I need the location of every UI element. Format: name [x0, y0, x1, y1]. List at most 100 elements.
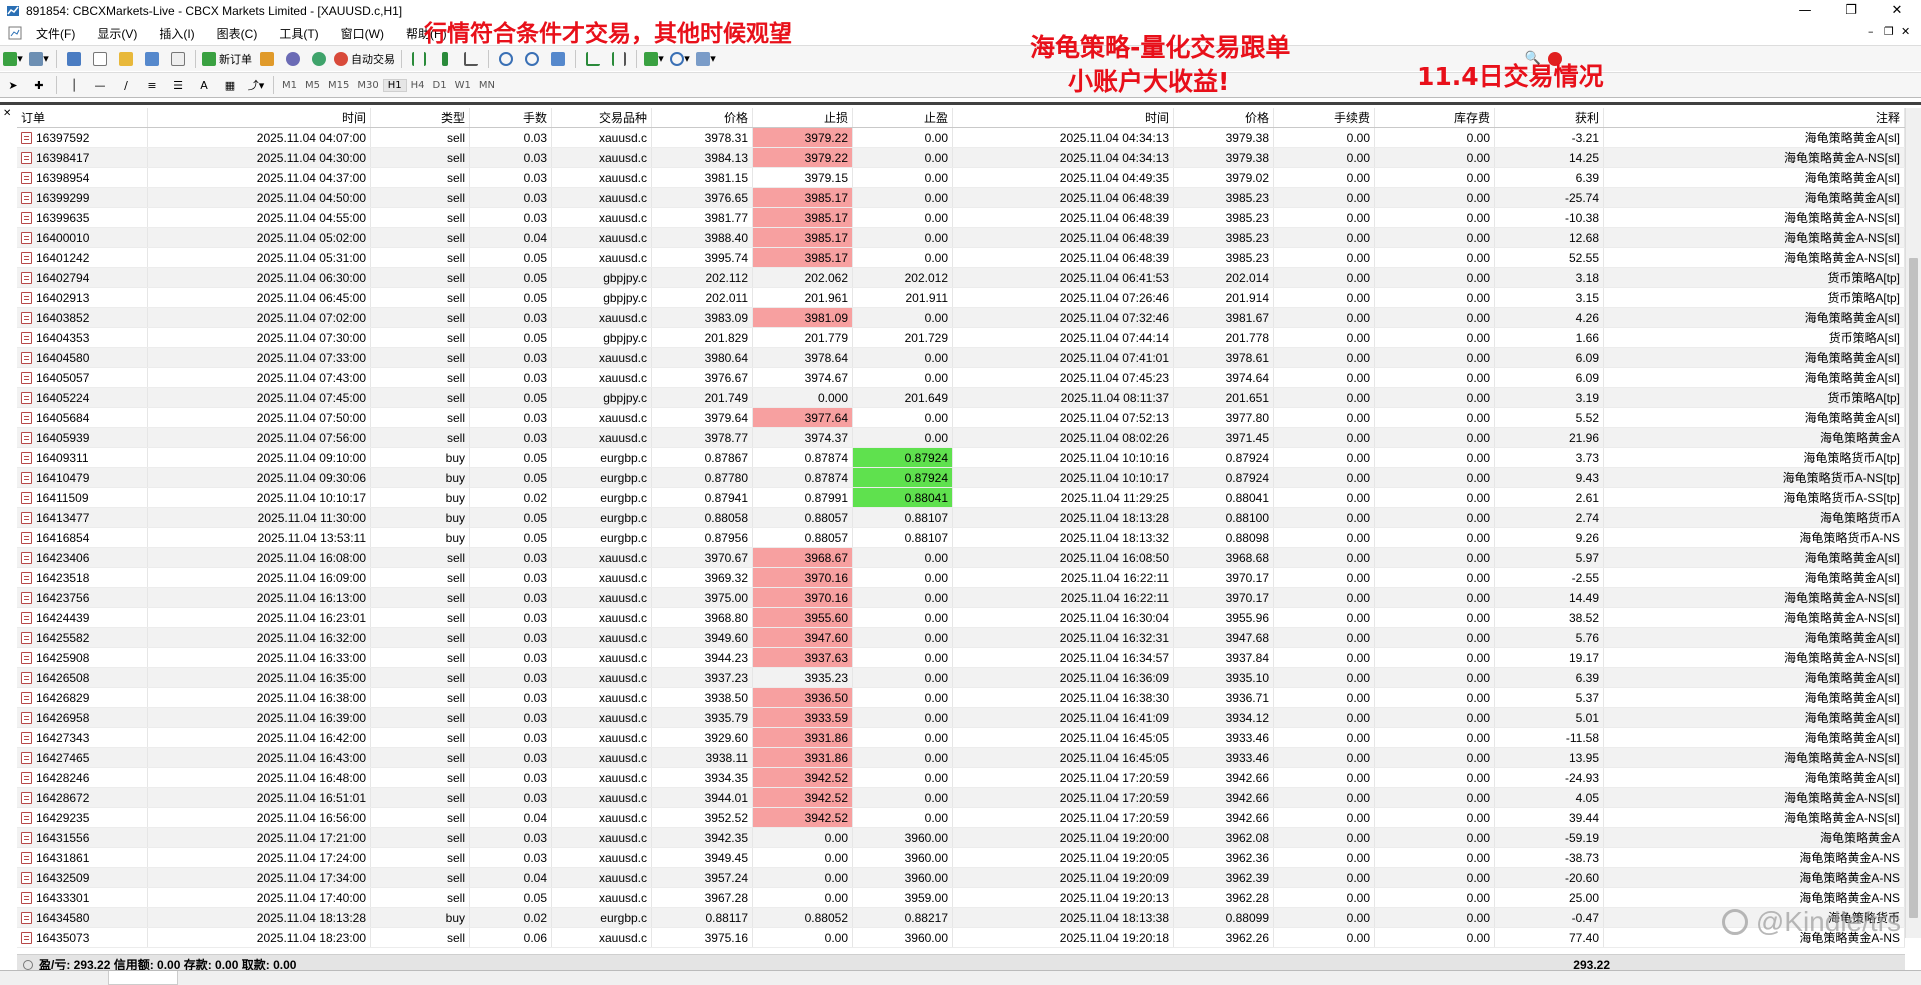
table-row[interactable]: 16399299 2025.11.04 04:50:00 sell 0.03 xauus…	[17, 188, 1905, 208]
timeframe-h1[interactable]: H1	[382, 78, 407, 92]
col-comment-header[interactable]: 注释	[1604, 108, 1905, 127]
table-row[interactable]: 16425908 2025.11.04 16:33:00 sell 0.03 xauus…	[17, 648, 1905, 668]
zoom-out-button[interactable]	[521, 49, 543, 69]
table-row[interactable]: 16427465 2025.11.04 16:43:00 sell 0.03 xauus…	[17, 748, 1905, 768]
line-chart-button[interactable]	[460, 49, 482, 69]
horizontal-line-button[interactable]: —	[89, 75, 111, 95]
table-row[interactable]: 16416854 2025.11.04 13:53:11 buy 0.05 eurgbp…	[17, 528, 1905, 548]
indicators-button[interactable]: ▾	[643, 49, 665, 69]
table-row[interactable]: 16428246 2025.11.04 16:48:00 sell 0.03 xauus…	[17, 768, 1905, 788]
close-icon[interactable]: ✕	[1874, 0, 1920, 22]
signals-button[interactable]	[282, 49, 304, 69]
col-profit-header[interactable]: 获利	[1495, 108, 1604, 127]
autoscroll-button[interactable]	[582, 49, 604, 69]
tile-windows-button[interactable]	[547, 49, 569, 69]
table-row[interactable]: 16426829 2025.11.04 16:38:00 sell 0.03 xauus…	[17, 688, 1905, 708]
table-row[interactable]: 16399635 2025.11.04 04:55:00 sell 0.03 xauus…	[17, 208, 1905, 228]
scrollbar-thumb[interactable]	[1909, 258, 1918, 918]
col-open-price-header[interactable]: 价格	[652, 108, 753, 127]
col-swap-header[interactable]: 库存费	[1375, 108, 1495, 127]
crosshair-button[interactable]: ✚	[28, 75, 50, 95]
vertical-scrollbar[interactable]	[1905, 108, 1921, 938]
new-order-button[interactable]: 新订单	[202, 49, 252, 69]
table-row[interactable]: 16404353 2025.11.04 07:30:00 sell 0.05 gbpjp…	[17, 328, 1905, 348]
menu-tools[interactable]: 工具(T)	[279, 25, 318, 42]
table-row[interactable]: 16402913 2025.11.04 06:45:00 sell 0.05 gbpjp…	[17, 288, 1905, 308]
menu-window[interactable]: 窗口(W)	[341, 25, 384, 42]
table-row[interactable]: 16401242 2025.11.04 05:31:00 sell 0.05 xauus…	[17, 248, 1905, 268]
col-sl-header[interactable]: 止损	[753, 108, 853, 127]
menu-charts[interactable]: 图表(C)	[217, 25, 258, 42]
col-tp-header[interactable]: 止盈	[853, 108, 953, 127]
timeframe-d1[interactable]: D1	[429, 80, 451, 91]
maximize-icon[interactable]: ❐	[1828, 0, 1874, 22]
table-row[interactable]: 16431556 2025.11.04 17:21:00 sell 0.03 xauus…	[17, 828, 1905, 848]
mdi-restore-icon[interactable]: ❐	[1884, 25, 1894, 38]
data-window-button[interactable]	[89, 49, 111, 69]
timeframe-h4[interactable]: H4	[407, 80, 429, 91]
table-row[interactable]: 16434580 2025.11.04 18:13:28 buy 0.02 eurgbp…	[17, 908, 1905, 928]
table-row[interactable]: 16432509 2025.11.04 17:34:00 sell 0.04 xauus…	[17, 868, 1905, 888]
table-row[interactable]: 16423406 2025.11.04 16:08:00 sell 0.03 xauus…	[17, 548, 1905, 568]
chart-shift-button[interactable]	[608, 49, 630, 69]
minimize-icon[interactable]: —	[1782, 0, 1828, 22]
table-row[interactable]: 16402794 2025.11.04 06:30:00 sell 0.05 gbpjp…	[17, 268, 1905, 288]
mdi-close-icon[interactable]: ✕	[1901, 25, 1910, 38]
timeframe-w1[interactable]: W1	[451, 80, 475, 91]
navigator-button[interactable]	[115, 49, 137, 69]
timeframe-m30[interactable]: M30	[353, 80, 382, 91]
table-row[interactable]: 16409311 2025.11.04 09:10:00 buy 0.05 eurgbp…	[17, 448, 1905, 468]
table-row[interactable]: 16423756 2025.11.04 16:13:00 sell 0.03 xauus…	[17, 588, 1905, 608]
text-label-button[interactable]: ▦	[219, 75, 241, 95]
timeframe-m5[interactable]: M5	[301, 80, 324, 91]
table-row[interactable]: 16410479 2025.11.04 09:30:06 buy 0.05 eurgbp…	[17, 468, 1905, 488]
channel-button[interactable]: ≡	[141, 75, 163, 95]
mdi-minimize-icon[interactable]: –	[1868, 25, 1874, 38]
cursor-button[interactable]: ➤	[2, 75, 24, 95]
timeframe-m15[interactable]: M15	[324, 80, 353, 91]
menu-file[interactable]: 文件(F)	[36, 25, 75, 42]
table-row[interactable]: 16428672 2025.11.04 16:51:01 sell 0.03 xauus…	[17, 788, 1905, 808]
table-row[interactable]: 16427343 2025.11.04 16:42:00 sell 0.03 xauus…	[17, 728, 1905, 748]
zoom-in-button[interactable]	[495, 49, 517, 69]
table-row[interactable]: 16431861 2025.11.04 17:24:00 sell 0.03 xauus…	[17, 848, 1905, 868]
table-row[interactable]: 16435073 2025.11.04 18:23:00 sell 0.06 xauus…	[17, 928, 1905, 948]
fibonacci-button[interactable]: ☰	[167, 75, 189, 95]
col-open-time-header[interactable]: 时间	[148, 108, 371, 127]
table-row[interactable]: 16405057 2025.11.04 07:43:00 sell 0.03 xauus…	[17, 368, 1905, 388]
timeframe-m1[interactable]: M1	[278, 80, 301, 91]
table-row[interactable]: 16426958 2025.11.04 16:39:00 sell 0.03 xauus…	[17, 708, 1905, 728]
terminal-button[interactable]	[141, 49, 163, 69]
table-row[interactable]: 16397592 2025.11.04 04:07:00 sell 0.03 xauus…	[17, 128, 1905, 148]
table-row[interactable]: 16398417 2025.11.04 04:30:00 sell 0.03 xauus…	[17, 148, 1905, 168]
col-lots-header[interactable]: 手数	[470, 108, 552, 127]
panel-close-icon[interactable]: ✕	[3, 108, 11, 119]
menu-insert[interactable]: 插入(I)	[159, 25, 194, 42]
table-row[interactable]: 16426508 2025.11.04 16:35:00 sell 0.03 xauus…	[17, 668, 1905, 688]
table-row[interactable]: 16405939 2025.11.04 07:56:00 sell 0.03 xauus…	[17, 428, 1905, 448]
terminal-tab[interactable]	[108, 971, 178, 985]
table-row[interactable]: 16405684 2025.11.04 07:50:00 sell 0.03 xauus…	[17, 408, 1905, 428]
market-button[interactable]	[308, 49, 330, 69]
table-row[interactable]: 16423518 2025.11.04 16:09:00 sell 0.03 xauus…	[17, 568, 1905, 588]
timeframe-mn[interactable]: MN	[475, 80, 499, 91]
table-row[interactable]: 16411509 2025.11.04 10:10:17 buy 0.02 eurgbp…	[17, 488, 1905, 508]
menu-view[interactable]: 显示(V)	[97, 25, 137, 42]
autotrading-button[interactable]: 自动交易	[334, 49, 395, 69]
market-watch-button[interactable]	[63, 49, 85, 69]
bar-chart-button[interactable]	[408, 49, 430, 69]
col-close-price-header[interactable]: 价格	[1174, 108, 1274, 127]
table-row[interactable]: 16429235 2025.11.04 16:56:00 sell 0.04 xauus…	[17, 808, 1905, 828]
col-symbol-header[interactable]: 交易品种	[552, 108, 652, 127]
table-row[interactable]: 16413477 2025.11.04 11:30:00 buy 0.05 eurgbp…	[17, 508, 1905, 528]
col-commission-header[interactable]: 手续费	[1274, 108, 1375, 127]
table-row[interactable]: 16403852 2025.11.04 07:02:00 sell 0.03 xauus…	[17, 308, 1905, 328]
arrows-button[interactable]: ⤴▾	[245, 75, 267, 95]
col-close-time-header[interactable]: 时间	[953, 108, 1174, 127]
table-row[interactable]: 16400010 2025.11.04 05:02:00 sell 0.04 xauus…	[17, 228, 1905, 248]
trendline-button[interactable]: ∕	[115, 75, 137, 95]
profiles-button[interactable]: ▾	[28, 49, 50, 69]
meta-editor-button[interactable]	[256, 49, 278, 69]
templates-button[interactable]: ▾	[695, 49, 717, 69]
tester-button[interactable]	[167, 49, 189, 69]
